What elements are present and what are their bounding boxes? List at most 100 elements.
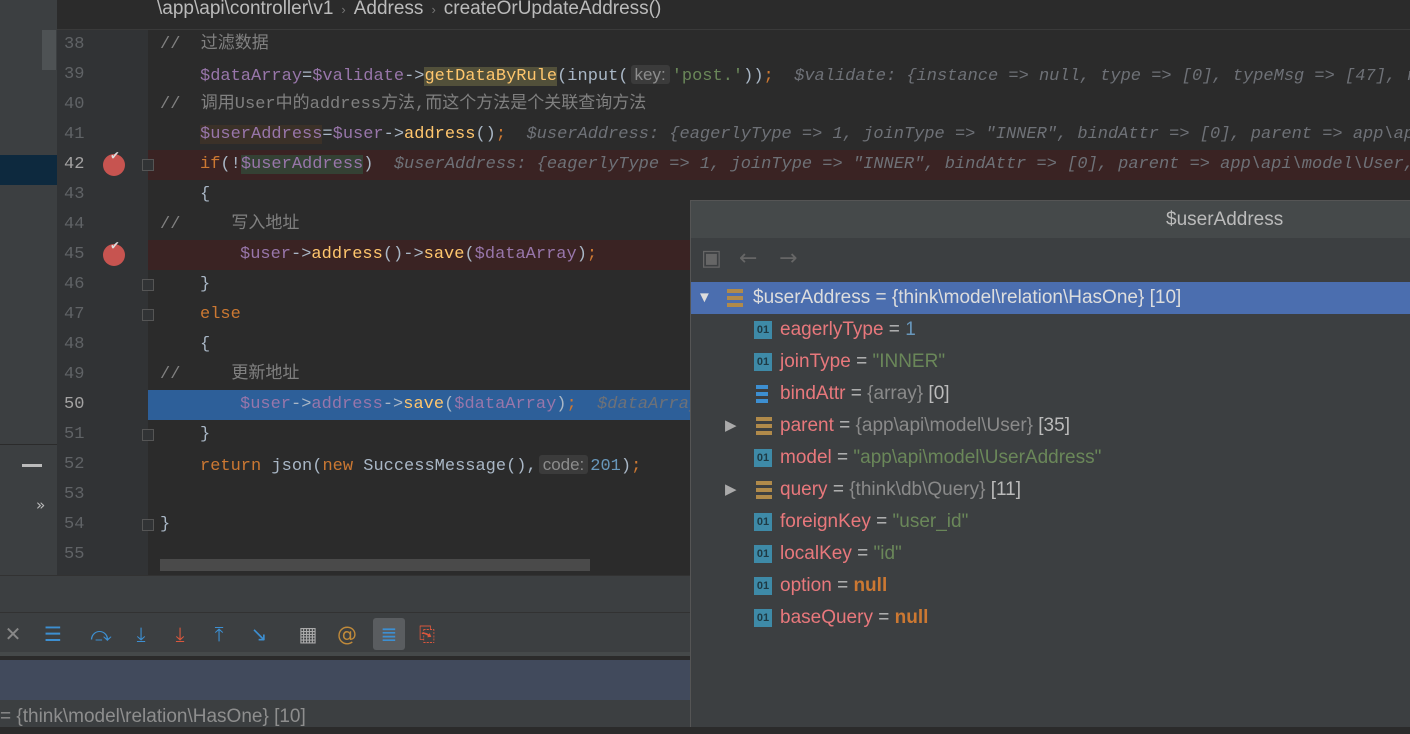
- close-icon[interactable]: ✕: [0, 621, 26, 647]
- tree-row[interactable]: ▶ query = {think\db\Query} [11]: [691, 474, 1410, 506]
- code-token: ): [363, 155, 374, 174]
- step-over-icon[interactable]: ⤼: [88, 621, 114, 647]
- code-text: }: [200, 420, 210, 450]
- code-token: ->: [291, 245, 312, 264]
- code-text: return json(new SuccessMessage(), code: 20…: [200, 450, 641, 482]
- fold-icon[interactable]: [142, 309, 154, 321]
- code-text: // 写入地址: [160, 210, 299, 240]
- code-token: (): [475, 125, 496, 144]
- var-value: "app\api\model\UserAddress": [853, 447, 1102, 468]
- code-text: $userAddress=$user->address(); $userAddr…: [200, 120, 1410, 150]
- code-text: if(!$userAddress) $userAddress: {eagerly…: [200, 150, 1410, 180]
- fold-icon[interactable]: [142, 429, 154, 441]
- code-token: new: [322, 457, 354, 476]
- popup-toolbar: ▣ ← →: [691, 238, 1410, 282]
- expand-right-icon[interactable]: ▶: [725, 474, 737, 506]
- var-name: joinType: [780, 351, 851, 372]
- code-text: $user->address->save($dataArray); $dataA…: [240, 390, 699, 420]
- code-token: ): [556, 395, 567, 414]
- line-number: 47: [64, 305, 85, 324]
- code-token: (: [464, 245, 475, 264]
- object-icon: [756, 417, 772, 435]
- var-name: baseQuery: [780, 607, 873, 628]
- var-value: {think\db\Query}: [849, 479, 986, 500]
- code-token: (!: [220, 155, 241, 174]
- line-number: 55: [64, 545, 85, 564]
- var-value: {array}: [867, 383, 924, 404]
- minimize-icon[interactable]: [22, 464, 42, 467]
- breadcrumb-item[interactable]: createOrUpdateAddress(): [444, 0, 662, 19]
- line-number: 49: [64, 365, 85, 384]
- line-number: 39: [64, 65, 85, 84]
- debug-toolbar: ✕ ☰ ⤼ ⤓ ⤓ ⤒ ↘ ▦ @ ≣ ⎘: [0, 612, 690, 656]
- var-value: "user_id": [892, 511, 969, 532]
- inline-debug-value: $validate: {instance => null, type => [0…: [773, 67, 1410, 86]
- tree-row[interactable]: 01 eagerlyType = 1: [691, 314, 1410, 346]
- tree-row[interactable]: 01 baseQuery = null: [691, 602, 1410, 634]
- var-count: [35]: [1038, 415, 1070, 436]
- variable-row[interactable]: = {think\model\relation\HasOne} [10]: [0, 700, 690, 727]
- var-name: foreignKey: [780, 511, 871, 532]
- code-token: ->: [291, 395, 312, 414]
- fold-icon[interactable]: [142, 519, 154, 531]
- var-value: "INNER": [872, 351, 946, 372]
- force-step-into-icon[interactable]: ⤓: [167, 621, 193, 647]
- field-icon: 01: [754, 609, 772, 627]
- breadcrumb-item[interactable]: Address: [354, 0, 424, 19]
- code-text: // 过滤数据: [160, 30, 269, 60]
- var-name: option: [780, 575, 832, 596]
- tree-row[interactable]: 01 model = "app\api\model\UserAddress": [691, 442, 1410, 474]
- tree-row[interactable]: ▶ parent = {app\api\model\User} [35]: [691, 410, 1410, 442]
- tree-row[interactable]: 01 option = null: [691, 570, 1410, 602]
- var-name: model: [780, 447, 832, 468]
- code-token: save: [423, 245, 465, 264]
- fold-icon[interactable]: [142, 279, 154, 291]
- code-text: $dataArray=$validate->getDataByRule(inpu…: [200, 60, 1410, 92]
- breakpoint-icon[interactable]: [103, 148, 125, 176]
- var-value: "id": [873, 543, 902, 564]
- evaluate-expression-icon[interactable]: ▦: [295, 621, 321, 647]
- run-to-cursor-icon[interactable]: ↘: [246, 621, 272, 647]
- tree-row[interactable]: 01 foreignKey = "user_id": [691, 506, 1410, 538]
- watch-icon[interactable]: @: [334, 621, 360, 647]
- tree-row[interactable]: bindAttr = {array} [0]: [691, 378, 1410, 410]
- more-chevron-icon[interactable]: »: [36, 496, 45, 514]
- fold-icon[interactable]: [142, 159, 154, 171]
- var-name: eagerlyType: [780, 319, 884, 340]
- expand-right-icon[interactable]: ▶: [725, 410, 737, 442]
- var-type: {think\model\relation\HasOne}: [891, 287, 1145, 308]
- show-execution-point-icon[interactable]: ☰: [40, 621, 66, 647]
- parameter-hint: code:: [538, 455, 589, 474]
- line-number: 52: [64, 455, 85, 474]
- code-token: {: [200, 335, 211, 354]
- code-text: {: [200, 180, 210, 210]
- code-token: )): [743, 67, 764, 86]
- breadcrumb-item[interactable]: \app\api\controller\v1: [157, 0, 333, 19]
- tree-root-row[interactable]: ▼ $userAddress = {think\model\relation\H…: [691, 282, 1410, 314]
- code-line[interactable]: [148, 30, 1410, 60]
- code-token: // 更新地址: [160, 365, 300, 384]
- step-out-icon[interactable]: ⤒: [206, 621, 232, 647]
- forward-arrow-icon[interactable]: →: [779, 246, 797, 271]
- object-icon: [727, 289, 743, 307]
- back-arrow-icon[interactable]: ←: [739, 246, 757, 271]
- code-token: (input(: [557, 67, 629, 86]
- code-token: ()->: [382, 245, 424, 264]
- project-selected-item[interactable]: [0, 155, 57, 185]
- code-token: $validate: [312, 67, 405, 86]
- selected-frame-row[interactable]: [0, 660, 690, 700]
- expand-down-icon[interactable]: ▼: [697, 282, 712, 314]
- line-number: 45: [64, 245, 85, 264]
- project-scrollbar[interactable]: [42, 30, 56, 70]
- step-into-icon[interactable]: ⤓: [128, 621, 154, 647]
- toggle-line-numbers-icon[interactable]: ≣: [373, 618, 405, 650]
- editor-horizontal-scrollbar[interactable]: [160, 559, 590, 571]
- tree-row[interactable]: 01 localKey = "id": [691, 538, 1410, 570]
- inline-debug-value: $userAddress: {eagerlyType => 1, joinTyp…: [506, 125, 1410, 144]
- var-value: {app\api\model\User}: [855, 415, 1033, 436]
- tree-row[interactable]: 01 joinType = "INNER": [691, 346, 1410, 378]
- show-in-watches-icon[interactable]: ▣: [701, 246, 722, 271]
- var-name: $userAddress: [753, 287, 871, 308]
- restore-layout-icon[interactable]: ⎘: [414, 621, 440, 647]
- breakpoint-icon[interactable]: [103, 238, 125, 266]
